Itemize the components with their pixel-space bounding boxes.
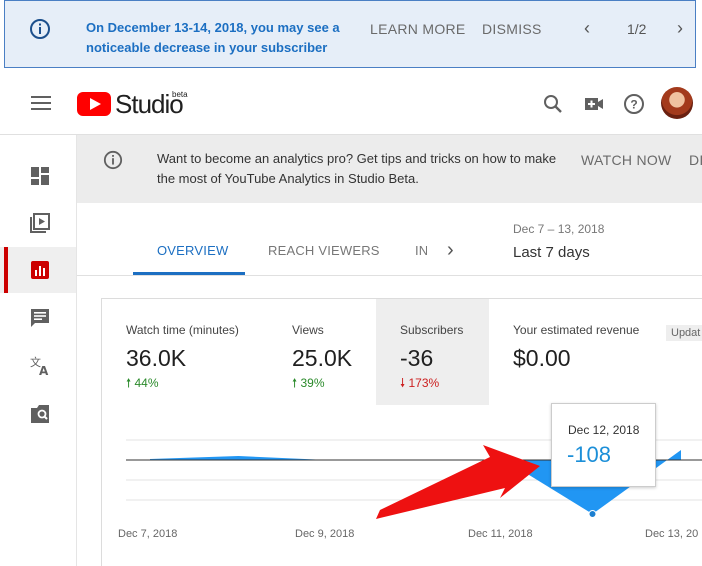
youtube-logo-icon[interactable] <box>77 92 111 116</box>
chevron-left-icon[interactable]: ‹ <box>584 19 590 37</box>
analytics-icon <box>31 261 49 279</box>
x-axis-tick-label: Dec 13, 20 <box>645 528 699 540</box>
tip-dismiss-button[interactable]: DI <box>689 152 702 168</box>
tab-reach-viewers[interactable]: REACH VIEWERS <box>268 243 380 258</box>
active-tab-indicator <box>133 272 245 275</box>
metric-value: 36.0K <box>126 345 187 371</box>
metric-revenue[interactable]: Your estimated revenue $0.00 <box>489 299 659 405</box>
x-axis-tick-label: Dec 9, 2018 <box>295 528 355 540</box>
metric-label: Watch time (minutes) <box>126 323 239 337</box>
sidebar-item-dashboard[interactable] <box>0 153 76 199</box>
arrow-up-icon: 🠕 <box>292 376 298 390</box>
chevron-right-icon[interactable]: › <box>677 19 683 37</box>
metric-value: -36 <box>400 345 434 371</box>
watch-now-button[interactable]: WATCH NOW <box>581 152 672 168</box>
menu-icon[interactable] <box>31 96 51 110</box>
comment-icon <box>31 309 49 327</box>
banner-message: On December 13-14, 2018, you may see a n… <box>86 20 340 55</box>
x-axis-tick-label: Dec 11, 2018 <box>468 528 533 540</box>
metric-subscribers[interactable]: Subscribers -36 🠗 173% <box>376 299 489 405</box>
x-axis-tick-label: Dec 7, 2018 <box>118 528 178 540</box>
tab-interest[interactable]: IN <box>415 243 427 258</box>
learn-more-button[interactable]: LEARN MORE <box>370 21 466 37</box>
banner-pagination: 1/2 <box>627 21 647 37</box>
chevron-right-icon[interactable]: › <box>447 239 454 262</box>
metric-change: 🠕 39% <box>292 376 325 390</box>
dashboard-icon <box>31 167 49 185</box>
metric-watch-time[interactable]: Watch time (minutes) 36.0K 🠕 44% <box>102 299 272 405</box>
sidebar-item-analytics[interactable] <box>0 247 76 293</box>
date-range: Dec 7 – 13, 2018 <box>513 222 605 236</box>
tooltip-value: -108 <box>567 442 612 467</box>
sidebar-item-videos[interactable] <box>0 200 76 246</box>
info-icon <box>30 19 50 39</box>
sidebar-item-translations[interactable]: 文 A <box>0 343 76 389</box>
svg-text:?: ? <box>630 98 637 112</box>
translate-icon: 文 A <box>30 355 49 377</box>
arrow-up-icon: 🠕 <box>126 376 132 390</box>
chart-tooltip: Dec 12, 2018 -108 <box>551 403 656 487</box>
avatar[interactable] <box>661 87 693 119</box>
metric-value: 25.0K <box>292 345 353 371</box>
analytics-tabs: OVERVIEW REACH VIEWERS IN › Dec 7 – 13, … <box>77 203 702 276</box>
info-icon <box>103 150 123 170</box>
help-icon[interactable]: ? <box>623 93 645 115</box>
metric-label: Subscribers <box>400 323 464 337</box>
top-header: Studio beta ? <box>0 72 702 135</box>
metric-change: 🠗 173% <box>400 376 440 390</box>
metric-label: Views <box>292 323 324 337</box>
search-icon[interactable] <box>542 93 564 115</box>
video-library-icon <box>30 213 50 233</box>
metric-value: $0.00 <box>513 345 571 371</box>
tab-overview[interactable]: OVERVIEW <box>157 243 228 258</box>
tooltip-date: Dec 12, 2018 <box>568 423 640 437</box>
metric-change: 🠕 44% <box>126 376 159 390</box>
metric-label: Your estimated revenue <box>513 323 640 337</box>
arrow-down-icon: 🠗 <box>400 376 406 390</box>
metric-views[interactable]: Views 25.0K 🠕 39% <box>272 299 376 405</box>
library-search-icon <box>31 405 49 423</box>
period-selector[interactable]: Last 7 days <box>513 244 590 261</box>
analytics-tip-bar: Want to become an analytics pro? Get tip… <box>77 135 702 203</box>
sidebar-item-audio-library[interactable] <box>0 391 76 437</box>
update-badge: Updat <box>666 325 702 341</box>
sidebar: 文 A <box>0 135 77 566</box>
notification-banner: On December 13-14, 2018, you may see a n… <box>4 0 696 68</box>
tip-message: Want to become an analytics pro? Get tip… <box>157 151 557 186</box>
create-video-icon[interactable] <box>583 93 605 115</box>
sidebar-item-comments[interactable] <box>0 295 76 341</box>
dismiss-button[interactable]: DISMISS <box>482 21 542 37</box>
svg-text:A: A <box>39 364 49 377</box>
beta-label: beta <box>172 90 188 99</box>
